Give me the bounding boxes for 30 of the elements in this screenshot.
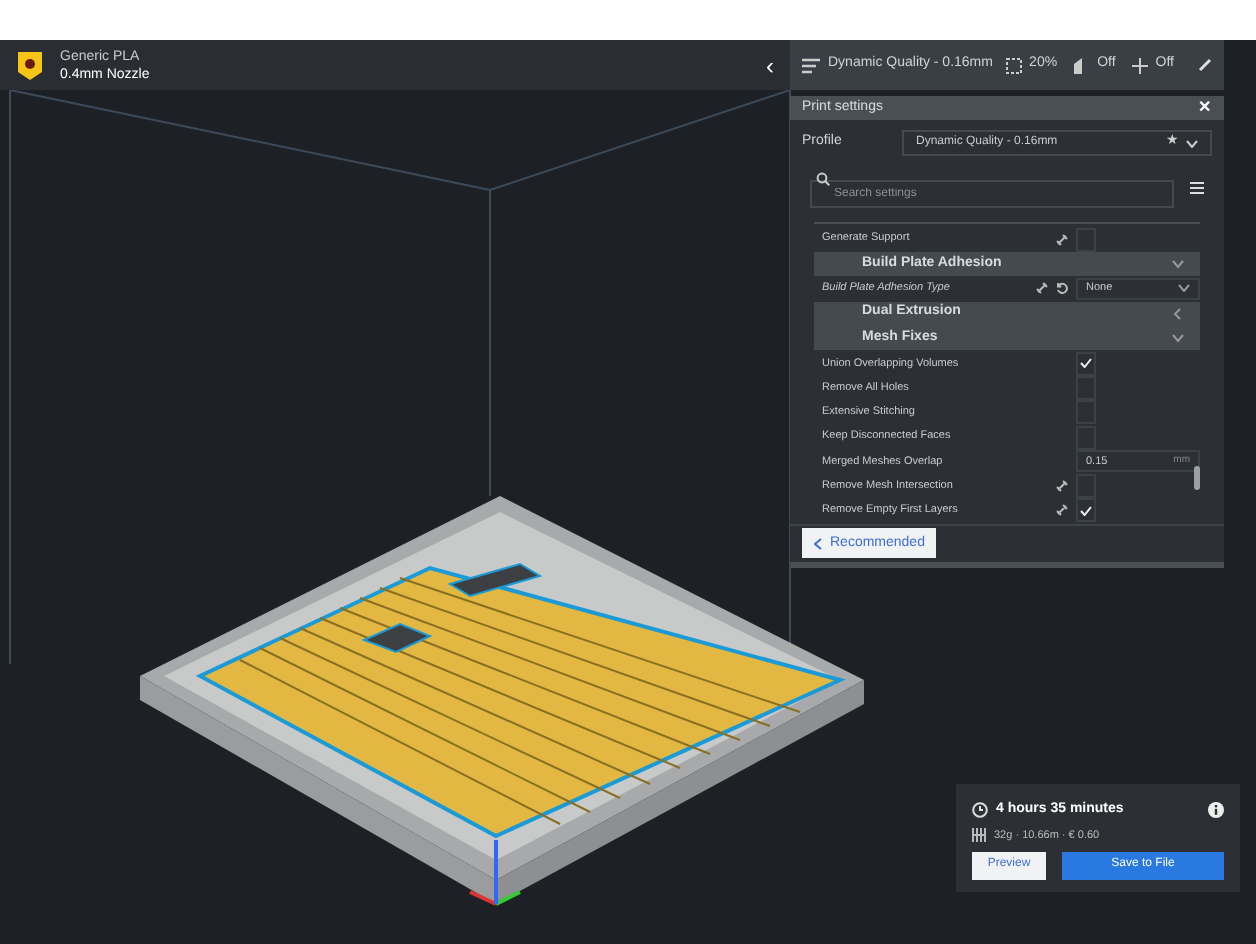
infill-icon: [1005, 57, 1022, 73]
chevron-down-icon: [1186, 139, 1198, 147]
clock-icon: [972, 802, 988, 819]
check-icon: [1080, 505, 1092, 516]
checkbox[interactable]: [1076, 351, 1096, 376]
checkbox[interactable]: [1076, 227, 1096, 252]
chevron-down-icon: [1172, 257, 1184, 270]
check-icon: [1080, 358, 1092, 369]
layers-icon: [802, 57, 820, 73]
reset-icon[interactable]: [1056, 282, 1068, 295]
checkbox[interactable]: [1076, 498, 1096, 523]
chevron-left-icon: [814, 537, 822, 550]
menu-icon[interactable]: [1190, 182, 1204, 194]
filament-icon: [972, 828, 986, 843]
link-icon: [1056, 480, 1068, 493]
spool-icon[interactable]: [16, 49, 44, 81]
adhesion-icon: [1131, 57, 1148, 73]
link-icon: [1036, 282, 1048, 295]
resize-handle[interactable]: [790, 562, 1224, 568]
collapse-button[interactable]: ‹: [766, 47, 774, 83]
link-icon: [1056, 504, 1068, 517]
scrollbar-thumb[interactable]: [1194, 466, 1200, 490]
chevron-down-icon: [1178, 284, 1190, 293]
search-icon: [816, 172, 830, 186]
chevron-down-icon: [1172, 332, 1184, 345]
info-icon[interactable]: [1208, 802, 1224, 819]
close-button[interactable]: ✕: [1198, 96, 1212, 120]
link-icon: [1056, 233, 1068, 246]
pencil-icon: [1198, 58, 1212, 72]
chevron-left-icon: [1172, 307, 1184, 320]
